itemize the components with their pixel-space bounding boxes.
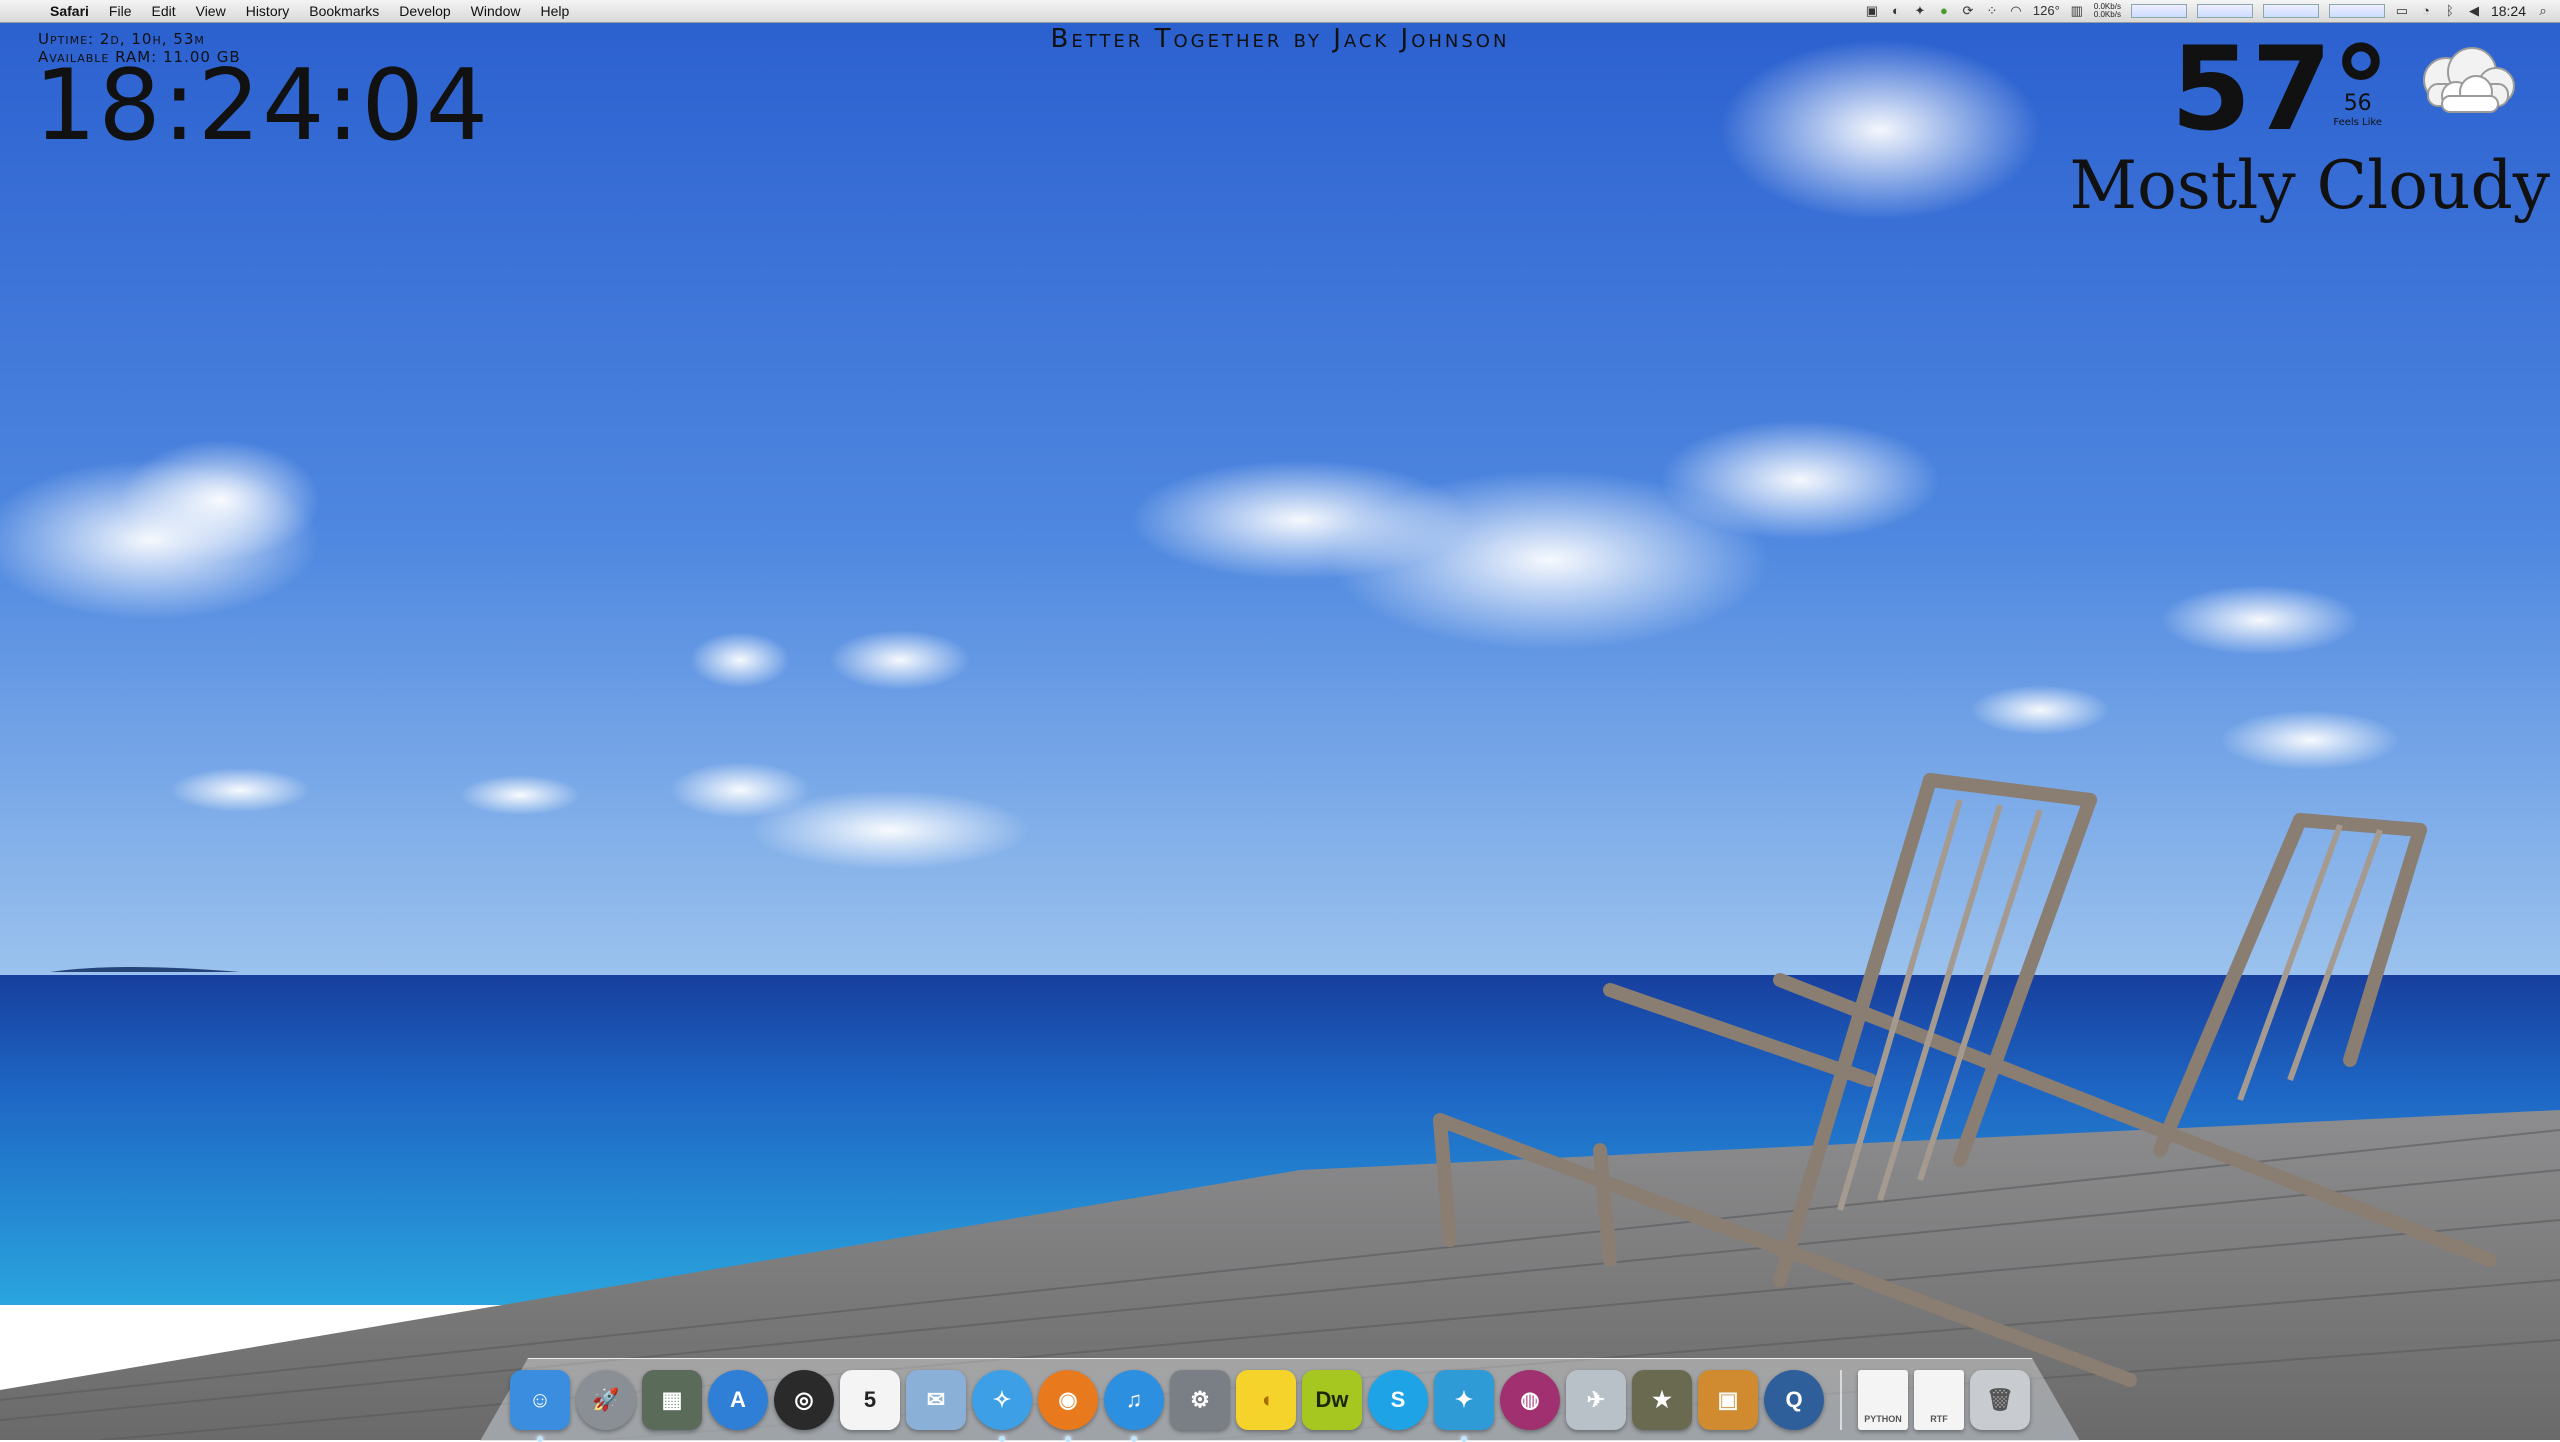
mail-icon[interactable]: ✉ bbox=[906, 1370, 966, 1430]
menubar-clock[interactable]: 18:24 bbox=[2491, 3, 2526, 19]
itunes-icon[interactable]: ♫ bbox=[1104, 1370, 1164, 1442]
dashboard-icon[interactable]: ◎ bbox=[774, 1370, 834, 1430]
weather-temperature: 57° bbox=[2170, 22, 2390, 157]
launchpad-icon[interactable]: 🚀 bbox=[576, 1370, 636, 1430]
app-store-icon[interactable]: A bbox=[708, 1370, 768, 1430]
feels-like-label: Feels Like bbox=[2333, 117, 2382, 128]
twitter-tray-icon[interactable]: ✦ bbox=[1913, 3, 1927, 19]
cloudy-weather-icon bbox=[2423, 47, 2515, 113]
rtf-document-icon[interactable]: RTF bbox=[1914, 1370, 1964, 1430]
bluetooth-icon[interactable]: ᛒ bbox=[2443, 3, 2457, 19]
menu-window[interactable]: Window bbox=[461, 0, 531, 22]
spotlight-search-icon[interactable]: ⌕ bbox=[2536, 3, 2550, 19]
menu-develop[interactable]: Develop bbox=[389, 0, 460, 22]
status-tray: ▣ ◐ ✦ ● ⟳ ⁘ ◠ 126° ▥ 0.0Kb/s 0.0Kb/s ▭ ◔… bbox=[1865, 0, 2560, 22]
menu-bookmarks[interactable]: Bookmarks bbox=[299, 0, 389, 22]
menu-edit[interactable]: Edit bbox=[141, 0, 185, 22]
feels-like: 56 Feels Like bbox=[2333, 92, 2382, 130]
network-speed[interactable]: 0.0Kb/s 0.0Kb/s bbox=[2094, 3, 2121, 19]
python-document-icon[interactable]: PYTHON bbox=[1858, 1370, 1908, 1430]
monitor-icon[interactable]: ▣ bbox=[1865, 3, 1879, 19]
wifi-icon[interactable]: ◠ bbox=[2009, 3, 2023, 19]
moon-icon[interactable]: ◐ bbox=[1889, 3, 1903, 19]
dock-separator bbox=[1840, 1370, 1842, 1430]
disk-graph[interactable] bbox=[2262, 4, 2319, 18]
time-machine-icon[interactable]: ◔ bbox=[2419, 3, 2433, 19]
trash-icon[interactable]: 🗑 bbox=[1970, 1370, 2030, 1430]
cyberduck-icon[interactable]: ◖ bbox=[1236, 1370, 1296, 1430]
calendar-icon[interactable]: 5 bbox=[840, 1370, 900, 1430]
running-indicator bbox=[1131, 1436, 1137, 1442]
sync-icon[interactable]: ⟳ bbox=[1961, 3, 1975, 19]
dreamweaver-icon[interactable]: Dw bbox=[1302, 1370, 1362, 1430]
running-indicator bbox=[999, 1436, 1005, 1442]
twitter-icon[interactable]: ✦ bbox=[1434, 1370, 1494, 1442]
quicktime-icon[interactable]: Q bbox=[1764, 1370, 1824, 1430]
memory-graph[interactable] bbox=[2196, 4, 2253, 18]
battery-icon[interactable]: ▭ bbox=[2395, 3, 2409, 19]
menu-history[interactable]: History bbox=[236, 0, 300, 22]
adium-icon[interactable]: ◍ bbox=[1500, 1370, 1560, 1430]
running-indicator bbox=[1065, 1436, 1071, 1442]
evernote-icon[interactable]: ● bbox=[1937, 3, 1951, 19]
activity-icon[interactable]: ▥ bbox=[2070, 3, 2084, 19]
system-preferences-icon[interactable]: ⚙ bbox=[1170, 1370, 1230, 1430]
firefox-icon[interactable]: ◉ bbox=[1038, 1370, 1098, 1442]
volume-icon[interactable]: ◀ bbox=[2467, 3, 2481, 19]
menu-app-safari[interactable]: Safari bbox=[40, 0, 99, 22]
running-indicator bbox=[1461, 1436, 1467, 1442]
desktop-clock: 18:24:04 bbox=[34, 49, 491, 163]
imovie-icon[interactable]: ★ bbox=[1632, 1370, 1692, 1430]
finder-icon[interactable]: ☺ bbox=[510, 1370, 570, 1442]
running-indicator bbox=[537, 1436, 543, 1442]
dots-icon[interactable]: ⁘ bbox=[1985, 3, 1999, 19]
cpu-temperature[interactable]: 126° bbox=[2033, 3, 2060, 19]
photo-viewer-icon[interactable]: ▣ bbox=[1698, 1370, 1758, 1430]
automator-icon[interactable]: ✈ bbox=[1566, 1370, 1626, 1430]
menu-file[interactable]: File bbox=[99, 0, 142, 22]
menu-help[interactable]: Help bbox=[530, 0, 579, 22]
skype-icon[interactable]: S bbox=[1368, 1370, 1428, 1430]
dock: ☺ 🚀 ▦ A ◎ 5 ✉ ✧ ◉ ♫ ⚙ ◖ Dw S ✦ ◍ ✈ ★ ▣ Q PYTHON RTF 🗑 bbox=[510, 1352, 2030, 1442]
menu-view[interactable]: View bbox=[186, 0, 236, 22]
menu-bar: Safari File Edit View History Bookmarks … bbox=[0, 0, 2560, 23]
network-graph[interactable] bbox=[2328, 4, 2385, 18]
safari-icon[interactable]: ✧ bbox=[972, 1370, 1032, 1442]
feels-like-value: 56 bbox=[2343, 91, 2372, 116]
net-download: 0.0Kb/s bbox=[2093, 10, 2121, 19]
image-capture-icon[interactable]: ▦ bbox=[642, 1370, 702, 1430]
cpu-graph[interactable] bbox=[2130, 4, 2187, 18]
weather-condition: Mostly Cloudy bbox=[2069, 147, 2550, 224]
